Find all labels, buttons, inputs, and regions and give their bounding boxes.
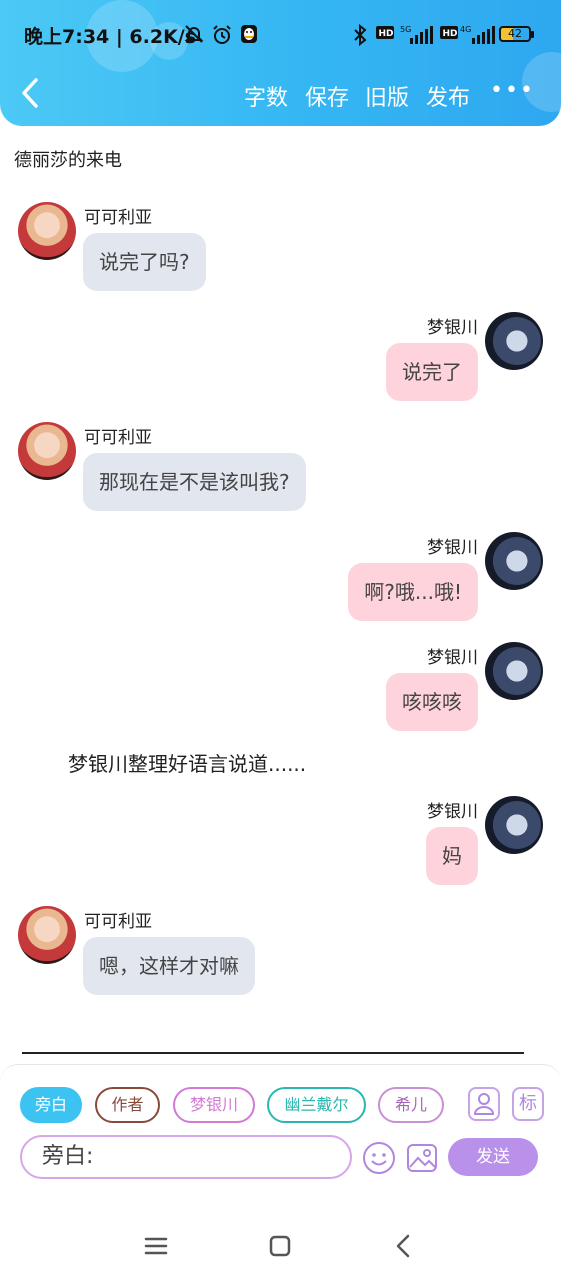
role-chip-author[interactable]: 作者 <box>95 1087 160 1123</box>
send-button[interactable]: 发送 <box>448 1138 538 1176</box>
svg-text:4G: 4G <box>460 25 471 34</box>
sender-name: 可可利亚 <box>84 428 152 448</box>
svg-text:HD: HD <box>443 29 458 39</box>
role-chip-youlandaier[interactable]: 幽兰戴尔 <box>267 1087 366 1123</box>
message-bubble[interactable]: 咳咳咳 <box>386 673 478 731</box>
avatar[interactable] <box>485 796 543 854</box>
role-chip-mengyinchuan[interactable]: 梦银川 <box>173 1087 255 1123</box>
alarm-icon <box>211 24 233 51</box>
hd-icon: HD <box>440 24 458 45</box>
avatar[interactable] <box>18 906 76 964</box>
word-count-button[interactable]: 字数 <box>244 80 288 112</box>
input-panel: 旁白 作者 梦银川 幽兰戴尔 希儿 标 旁白: 发送 <box>0 1064 561 1212</box>
status-time-speed: 晚上7:34 | 6.2K/s <box>24 26 197 48</box>
svg-text:HD: HD <box>379 29 394 39</box>
home-square-icon[interactable] <box>260 1226 300 1266</box>
menu-icon[interactable] <box>136 1226 176 1266</box>
status-bar: 晚上7:34 | 6.2K/s HD 5G HD 4G 42 <box>0 18 561 54</box>
old-version-button[interactable]: 旧版 <box>365 80 409 112</box>
hd-icon: HD <box>376 24 394 45</box>
avatar[interactable] <box>485 532 543 590</box>
emoji-icon[interactable] <box>362 1141 396 1175</box>
sender-name: 梦银川 <box>427 802 478 822</box>
mute-bell-icon <box>183 24 205 49</box>
toolbar: 字数 保存 旧版 发布 ••• <box>0 74 561 118</box>
chevron-left-icon <box>22 78 38 108</box>
qq-icon <box>240 24 258 49</box>
narration-text[interactable]: 梦银川整理好语言说道...... <box>68 748 306 777</box>
bluetooth-icon <box>351 23 369 51</box>
sender-name: 可可利亚 <box>84 912 152 932</box>
avatar[interactable] <box>485 642 543 700</box>
avatar[interactable] <box>18 422 76 480</box>
back-button[interactable] <box>16 76 52 116</box>
message-bubble[interactable]: 啊?哦...哦! <box>348 563 478 621</box>
person-icon[interactable] <box>468 1087 500 1121</box>
message-bubble[interactable]: 那现在是不是该叫我? <box>83 453 306 511</box>
message-bubble[interactable]: 说完了吗? <box>83 233 206 291</box>
signal-5g-icon: 5G <box>398 24 436 51</box>
message-bubble[interactable]: 说完了 <box>386 343 478 401</box>
svg-text:5G: 5G <box>400 25 411 34</box>
back-triangle-icon[interactable] <box>384 1226 424 1266</box>
message-bubble[interactable]: 嗯，这样才对嘛 <box>83 937 255 995</box>
app-header: 晚上7:34 | 6.2K/s HD 5G HD 4G 42 字数 保存 旧版 … <box>0 0 561 126</box>
mark-icon[interactable]: 标 <box>512 1087 544 1121</box>
message-input[interactable]: 旁白: <box>20 1135 352 1179</box>
save-button[interactable]: 保存 <box>305 80 349 112</box>
more-options-button[interactable]: ••• <box>490 78 533 114</box>
sender-name: 梦银川 <box>427 318 478 338</box>
avatar[interactable] <box>485 312 543 370</box>
publish-button[interactable]: 发布 <box>426 80 470 112</box>
message-bubble[interactable]: 妈 <box>426 827 478 885</box>
sender-name: 梦银川 <box>427 648 478 668</box>
role-chip-narration[interactable]: 旁白 <box>20 1087 82 1123</box>
divider <box>22 1052 524 1054</box>
navigation-bar <box>0 1212 561 1280</box>
sender-name: 梦银川 <box>427 538 478 558</box>
image-icon[interactable] <box>405 1141 439 1175</box>
battery-icon: 42 <box>499 26 534 42</box>
avatar[interactable] <box>18 202 76 260</box>
sender-name: 可可利亚 <box>84 208 152 228</box>
chat-title: 德丽莎的来电 <box>14 150 122 171</box>
signal-4g-icon: 4G <box>460 24 498 51</box>
role-chip-xier[interactable]: 希儿 <box>378 1087 444 1123</box>
